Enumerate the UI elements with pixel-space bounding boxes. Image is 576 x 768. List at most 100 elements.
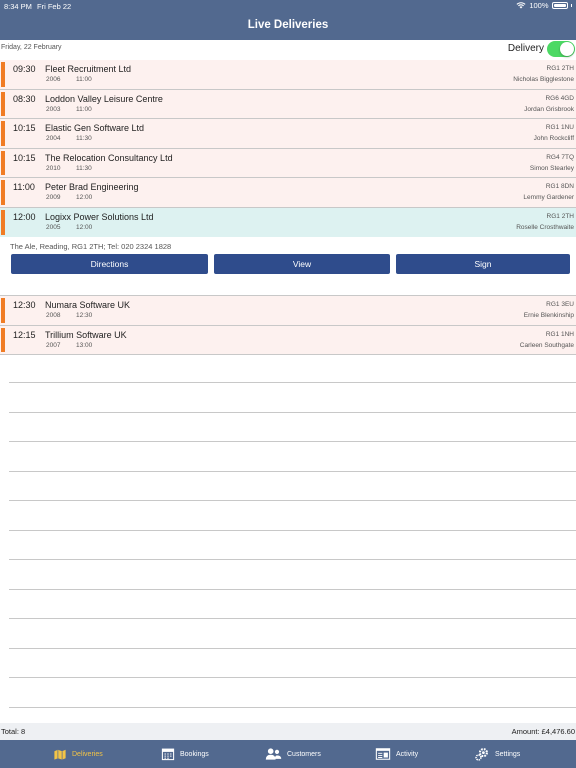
page-title: Live Deliveries bbox=[247, 19, 329, 31]
delivery-code: 2007 bbox=[46, 341, 61, 349]
slot-time: 11:30 bbox=[76, 135, 92, 142]
tab-customers[interactable]: Customers bbox=[265, 747, 321, 761]
contact-name: Roselle Crosthwaite bbox=[516, 223, 574, 231]
activity-icon bbox=[375, 748, 391, 760]
total-amount: Amount: £4,476.60 bbox=[511, 727, 575, 736]
status-bar-marker bbox=[1, 121, 5, 146]
company-name: Trillium Software UK bbox=[45, 329, 127, 340]
empty-list-area bbox=[0, 353, 576, 723]
company-name: Loddon Valley Leisure Centre bbox=[45, 93, 163, 104]
delivery-row[interactable]: 11:00 Peter Brad Engineering 2009 12:00 … bbox=[0, 178, 576, 208]
status-right: 100% bbox=[516, 1, 572, 10]
status-date: Fri Feb 22 bbox=[37, 2, 72, 11]
status-time: 8:34 PM bbox=[4, 2, 32, 11]
contact-name: Nicholas Bigglestone bbox=[513, 76, 574, 83]
company-name: Logixx Power Solutions Ltd bbox=[45, 211, 154, 222]
contact-name: Jordan Grisbrook bbox=[524, 105, 574, 113]
delivery-toggle-label: Delivery bbox=[507, 43, 544, 54]
delivery-address: The Ale, Reading, RG1 2TH; Tel: 020 2324… bbox=[10, 242, 172, 251]
contact-name: John Rockcliff bbox=[533, 135, 574, 142]
delivery-row[interactable]: 12:30 Numara Software UK 2008 12:30 RG1 … bbox=[0, 296, 576, 326]
date-label: Friday, 22 February bbox=[1, 44, 62, 51]
contact-name: Simon Stearley bbox=[529, 164, 574, 172]
sign-button[interactable]: Sign bbox=[396, 254, 570, 274]
divider bbox=[9, 559, 576, 560]
company-name: Peter Brad Engineering bbox=[45, 182, 139, 192]
tab-label: Activity bbox=[396, 750, 419, 758]
calendar-icon bbox=[161, 748, 175, 761]
slot-time: 11:00 bbox=[76, 105, 92, 113]
company-name: The Relocation Consultancy Ltd bbox=[45, 152, 173, 163]
delivery-toggle[interactable] bbox=[547, 41, 575, 57]
delivery-row-selected[interactable]: 12:00 Logixx Power Solutions Ltd 2005 12… bbox=[0, 207, 576, 237]
delivery-row[interactable]: 09:30 Fleet Recruitment Ltd 2006 11:00 R… bbox=[0, 60, 576, 90]
slot-time: 13:00 bbox=[76, 341, 93, 349]
postcode: RG6 4GD bbox=[545, 94, 574, 102]
delivery-detail-panel: The Ale, Reading, RG1 2TH; Tel: 020 2324… bbox=[0, 237, 576, 296]
divider bbox=[9, 412, 576, 413]
delivery-time: 09:30 bbox=[13, 64, 36, 74]
tab-deliveries[interactable]: Deliveries bbox=[53, 747, 103, 761]
delivery-code: 2005 bbox=[46, 223, 61, 231]
totals-bar: Total: 8 Amount: £4,476.60 bbox=[0, 723, 576, 740]
delivery-code: 2010 bbox=[46, 164, 61, 172]
contact-name: Carleen Southgate bbox=[519, 341, 574, 349]
postcode: RG4 7TQ bbox=[546, 153, 574, 161]
divider bbox=[9, 382, 576, 383]
delivery-time: 12:30 bbox=[13, 300, 36, 310]
delivery-time: 10:15 bbox=[13, 123, 36, 133]
divider bbox=[9, 648, 576, 649]
delivery-code: 2004 bbox=[46, 135, 61, 142]
contact-name: Ernie Blenkinship bbox=[523, 312, 574, 319]
status-bar-marker bbox=[1, 62, 5, 87]
status-bar-marker bbox=[1, 327, 5, 352]
company-name: Fleet Recruitment Ltd bbox=[45, 64, 132, 74]
tab-label: Customers bbox=[287, 750, 321, 758]
view-button[interactable]: View bbox=[214, 254, 390, 274]
directions-button[interactable]: Directions bbox=[11, 254, 208, 274]
postcode: RG1 2TH bbox=[546, 212, 574, 220]
delivery-row[interactable]: 10:15 Elastic Gen Software Ltd 2004 11:3… bbox=[0, 119, 576, 149]
date-bar: Friday, 22 February Delivery bbox=[0, 40, 576, 60]
postcode: RG1 3EU bbox=[546, 301, 574, 308]
tab-bookings[interactable]: Bookings bbox=[161, 747, 209, 761]
delivery-time: 10:15 bbox=[13, 152, 36, 163]
gear-icon bbox=[475, 748, 488, 761]
divider bbox=[9, 530, 576, 531]
delivery-code: 2008 bbox=[46, 312, 61, 319]
status-bar-marker bbox=[1, 209, 5, 235]
slot-time: 11:30 bbox=[76, 164, 92, 172]
tab-settings[interactable]: Settings bbox=[474, 747, 520, 761]
battery-nub bbox=[570, 4, 572, 7]
delivery-row[interactable]: 08:30 Loddon Valley Leisure Centre 2003 … bbox=[0, 89, 576, 119]
delivery-list: 09:30 Fleet Recruitment Ltd 2006 11:00 R… bbox=[0, 60, 576, 355]
delivery-time: 12:00 bbox=[13, 211, 36, 222]
delivery-row[interactable]: 12:15 Trillium Software UK 2007 13:00 RG… bbox=[0, 325, 576, 355]
status-bar-marker bbox=[1, 150, 5, 175]
tab-label: Deliveries bbox=[72, 750, 103, 758]
total-count: Total: 8 bbox=[1, 727, 26, 736]
battery-icon bbox=[551, 2, 568, 9]
toggle-knob bbox=[560, 42, 574, 56]
delivery-code: 2003 bbox=[46, 105, 61, 113]
postcode: RG1 8DN bbox=[545, 183, 574, 190]
navigation-bar: 8:34 PM Fri Feb 22 100% Live Deliveries bbox=[0, 0, 576, 40]
slot-time: 12:00 bbox=[76, 223, 93, 231]
delivery-row[interactable]: 10:15 The Relocation Consultancy Ltd 201… bbox=[0, 148, 576, 178]
divider bbox=[9, 500, 576, 501]
postcode: RG1 2TH bbox=[546, 65, 574, 72]
divider bbox=[9, 618, 576, 619]
delivery-time: 12:15 bbox=[13, 329, 36, 340]
tab-activity[interactable]: Activity bbox=[375, 747, 418, 761]
slot-time: 12:30 bbox=[76, 312, 93, 319]
status-bar-marker bbox=[1, 91, 5, 116]
company-name: Elastic Gen Software Ltd bbox=[45, 123, 145, 133]
delivery-code: 2009 bbox=[46, 194, 61, 201]
status-bar-marker bbox=[1, 180, 5, 205]
company-name: Numara Software UK bbox=[45, 300, 131, 310]
divider bbox=[9, 677, 576, 678]
delivery-time: 11:00 bbox=[13, 182, 35, 192]
status-bar-marker bbox=[1, 298, 5, 323]
divider bbox=[9, 707, 576, 708]
divider bbox=[9, 471, 576, 472]
